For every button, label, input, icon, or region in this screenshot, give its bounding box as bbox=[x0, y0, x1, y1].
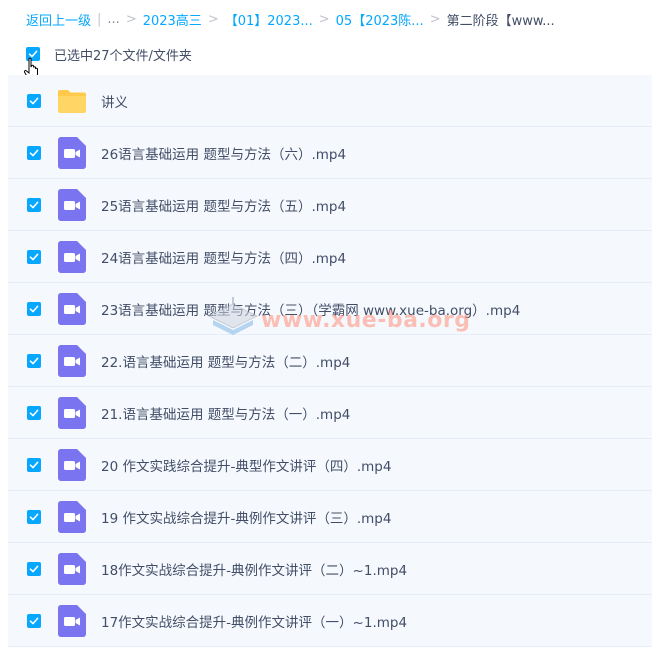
file-name[interactable]: 20 作文实践综合提升-典型作文讲评（四）.mp4 bbox=[101, 455, 391, 475]
list-item[interactable]: 22.语言基础运用 题型与方法（二）.mp4 bbox=[8, 335, 652, 387]
check-icon bbox=[29, 97, 39, 104]
row-checkbox[interactable] bbox=[27, 93, 41, 108]
row-checkbox[interactable] bbox=[27, 457, 41, 472]
check-icon bbox=[29, 149, 39, 156]
video-icon bbox=[58, 448, 86, 481]
breadcrumb-item-01[interactable]: 【01】2023... bbox=[225, 10, 313, 29]
check-icon bbox=[29, 565, 39, 572]
row-checkbox[interactable] bbox=[27, 509, 41, 524]
list-item[interactable]: 24语言基础运用 题型与方法（四）.mp4 bbox=[8, 231, 652, 283]
video-icon bbox=[58, 396, 86, 429]
row-checkbox[interactable] bbox=[27, 613, 41, 628]
video-icon bbox=[58, 344, 86, 377]
list-item[interactable]: 19 作文实战综合提升-典例作文讲评（三）.mp4 bbox=[8, 491, 652, 543]
check-icon bbox=[29, 461, 39, 468]
video-icon bbox=[58, 240, 86, 273]
back-link[interactable]: 返回上一级 bbox=[26, 10, 91, 29]
video-icon bbox=[58, 552, 86, 585]
file-name[interactable]: 18作文实战综合提升-典例作文讲评（二）~1.mp4 bbox=[101, 559, 407, 579]
file-list: 讲义 26语言基础运用 题型与方法（六）.mp4 25语言基础运用 题型与方法（… bbox=[8, 75, 652, 647]
row-checkbox[interactable] bbox=[27, 405, 41, 420]
file-name[interactable]: 24语言基础运用 题型与方法（四）.mp4 bbox=[101, 247, 346, 267]
row-checkbox[interactable] bbox=[27, 249, 41, 264]
breadcrumb-separator: | bbox=[97, 11, 102, 27]
list-item[interactable]: 18作文实战综合提升-典例作文讲评（二）~1.mp4 bbox=[8, 543, 652, 595]
breadcrumb-separator: > bbox=[207, 11, 219, 27]
selection-count-text: 已选中27个文件/文件夹 bbox=[54, 48, 192, 64]
video-icon bbox=[58, 500, 86, 533]
video-icon bbox=[58, 604, 86, 637]
breadcrumb-separator: > bbox=[125, 11, 137, 27]
list-item[interactable]: 23语言基础运用 题型与方法（三）（学霸网 www.xue-ba.org）.mp… bbox=[8, 283, 652, 335]
video-icon bbox=[58, 136, 86, 169]
row-checkbox[interactable] bbox=[27, 197, 41, 212]
check-icon bbox=[29, 617, 39, 624]
check-icon bbox=[29, 513, 39, 520]
file-name[interactable]: 26语言基础运用 题型与方法（六）.mp4 bbox=[101, 143, 346, 163]
breadcrumb-ellipsis[interactable]: ... bbox=[107, 12, 119, 27]
file-name[interactable]: 22.语言基础运用 题型与方法（二）.mp4 bbox=[101, 351, 350, 371]
file-name[interactable]: 19 作文实战综合提升-典例作文讲评（三）.mp4 bbox=[101, 507, 391, 527]
breadcrumb-separator: > bbox=[429, 11, 441, 27]
check-icon bbox=[29, 201, 39, 208]
breadcrumb-current: 第二阶段【www... bbox=[446, 13, 555, 29]
list-item[interactable]: 讲义 bbox=[8, 75, 652, 127]
file-name[interactable]: 25语言基础运用 题型与方法（五）.mp4 bbox=[101, 195, 346, 215]
video-icon bbox=[58, 292, 86, 325]
folder-icon bbox=[58, 89, 86, 113]
row-checkbox[interactable] bbox=[27, 301, 41, 316]
selection-bar: 已选中27个文件/文件夹 bbox=[26, 44, 192, 64]
list-item[interactable]: 20 作文实践综合提升-典型作文讲评（四）.mp4 bbox=[8, 439, 652, 491]
breadcrumb-separator: > bbox=[318, 11, 330, 27]
row-checkbox[interactable] bbox=[27, 561, 41, 576]
list-item[interactable]: 26语言基础运用 题型与方法（六）.mp4 bbox=[8, 127, 652, 179]
check-icon bbox=[29, 357, 39, 364]
list-item[interactable]: 17作文实战综合提升-典例作文讲评（一）~1.mp4 bbox=[8, 595, 652, 647]
list-item[interactable]: 25语言基础运用 题型与方法（五）.mp4 bbox=[8, 179, 652, 231]
file-name[interactable]: 17作文实战综合提升-典例作文讲评（一）~1.mp4 bbox=[101, 611, 407, 631]
file-name[interactable]: 21.语言基础运用 题型与方法（一）.mp4 bbox=[101, 403, 350, 423]
check-icon bbox=[29, 409, 39, 416]
list-item[interactable]: 21.语言基础运用 题型与方法（一）.mp4 bbox=[8, 387, 652, 439]
file-name[interactable]: 讲义 bbox=[101, 91, 128, 111]
file-name[interactable]: 23语言基础运用 题型与方法（三）（学霸网 www.xue-ba.org）.mp… bbox=[101, 299, 520, 319]
video-icon bbox=[58, 188, 86, 221]
row-checkbox[interactable] bbox=[27, 145, 41, 160]
check-icon bbox=[29, 253, 39, 260]
breadcrumb-item-05[interactable]: 05【2023陈... bbox=[336, 10, 424, 29]
breadcrumb: 返回上一级 | ... > 2023高三 > 【01】2023... > 05【… bbox=[26, 10, 555, 29]
breadcrumb-item-2023[interactable]: 2023高三 bbox=[143, 10, 202, 29]
check-icon bbox=[29, 305, 39, 312]
row-checkbox[interactable] bbox=[27, 353, 41, 368]
